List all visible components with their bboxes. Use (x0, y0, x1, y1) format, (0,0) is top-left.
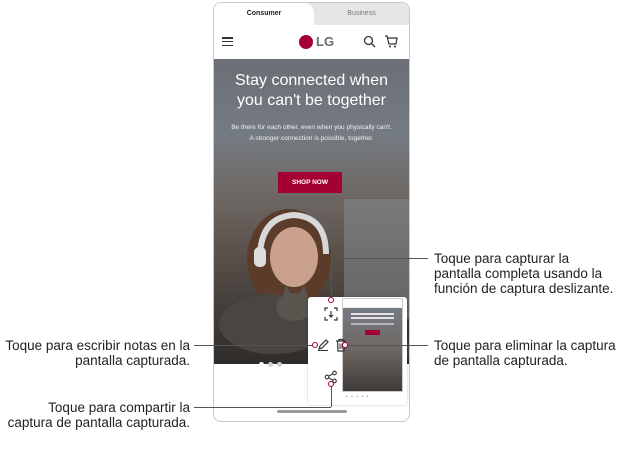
callout-pin (328, 381, 334, 387)
preview-hero (343, 308, 402, 391)
hamburger-icon[interactable] (222, 37, 233, 47)
extended-capture-icon[interactable] (323, 306, 339, 322)
leader-line-capture-h (331, 258, 428, 259)
search-icon[interactable] (363, 35, 376, 48)
cart-icon[interactable] (384, 35, 398, 48)
hero-title: Stay connected when you can't be togethe… (235, 72, 388, 109)
carousel-dot[interactable] (259, 362, 264, 367)
callout-pin (328, 297, 334, 303)
home-indicator[interactable] (277, 410, 347, 413)
site-tabs: Consumer Business (214, 3, 409, 25)
callout-share: Toque para compartir la captura de panta… (7, 400, 190, 430)
leader-line-capture (331, 258, 332, 300)
preview-text-line (351, 313, 394, 315)
shop-now-button[interactable]: SHOP NOW (278, 172, 342, 193)
callout-delete: Toque para eliminar la captura de pantal… (434, 338, 616, 368)
preview-button (365, 330, 380, 335)
tab-business[interactable]: Business (314, 3, 409, 25)
callout-draw: Toque para escribir notas en la pantalla… (5, 338, 190, 368)
toolbar-more-indicator: • • • • • (346, 394, 370, 400)
leader-line-share (194, 407, 331, 408)
hero-subtitle: Be there for each other, even when you p… (231, 124, 392, 142)
callout-pin (312, 342, 318, 348)
lg-logo-mark (299, 35, 313, 49)
preview-text-line (351, 323, 394, 325)
preview-nav (343, 299, 402, 308)
callout-capture: Toque para capturar la pantalla completa… (434, 251, 614, 296)
tab-consumer[interactable]: Consumer (214, 3, 314, 25)
top-nav: LG (214, 25, 409, 59)
lg-logo-text: LG (316, 34, 335, 49)
pencil-icon[interactable] (316, 338, 330, 352)
leader-line-draw (194, 345, 314, 346)
carousel-dots[interactable] (259, 354, 286, 372)
carousel-dot[interactable] (277, 362, 282, 367)
preview-text-line (351, 317, 394, 319)
leader-line-share-v (331, 385, 332, 407)
callout-pin (342, 342, 348, 348)
carousel-dot[interactable] (268, 362, 273, 367)
leader-line-delete (345, 345, 428, 346)
